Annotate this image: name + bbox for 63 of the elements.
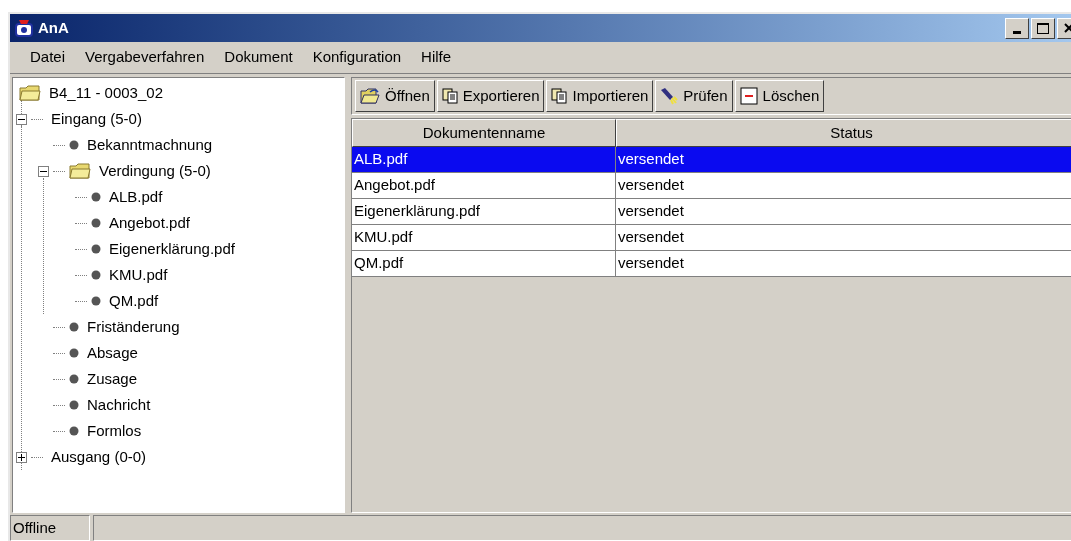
table-row[interactable]: Eigenerklärung.pdf versendet [352,199,1071,225]
menu-item[interactable]: Vergabeverfahren [85,46,205,69]
tree-item[interactable]: ALB.pdf [105,185,163,209]
toolbar-button[interactable]: Löschen [734,80,825,112]
column-header[interactable]: Dokumentenname [352,119,616,147]
folder-icon [19,85,41,101]
bullet-icon [69,400,79,410]
bullet-icon [91,192,101,202]
bullet-icon [69,140,79,150]
table-row[interactable]: Angebot.pdf versendet [352,173,1071,199]
folder-icon [69,163,91,179]
folder-icon [360,88,380,104]
delete-icon [739,87,758,105]
bullet-icon [91,270,101,280]
tree-item[interactable]: Eingang (5-0) [47,107,142,131]
tree-item[interactable]: Formlos [83,419,142,443]
collapse-icon[interactable] [38,165,49,177]
tree-item[interactable]: Zusage [83,367,138,391]
toolbar-button[interactable]: Prüfen [655,80,733,112]
status-text: Offline [13,517,57,538]
tree-item[interactable]: Ausgang (0-0) [47,445,147,469]
tree-item[interactable]: Bekanntmachnung [83,133,213,157]
table-cell: QM.pdf [352,251,616,277]
menu-item[interactable]: Datei [30,46,66,69]
app-icon [14,18,34,38]
maximize-icon [1037,22,1049,34]
menu-item[interactable]: Konfiguration [312,46,402,69]
tree-item[interactable]: QM.pdf [105,289,159,313]
tree-item[interactable]: Absage [83,341,138,365]
tree-item[interactable]: B4_11 - 0003_02 [45,81,163,105]
menu-item[interactable]: Hilfe [421,46,452,69]
bullet-icon [91,218,101,228]
bullet-icon [91,244,101,254]
tree-item[interactable]: KMU.pdf [105,263,168,287]
toolbar-button[interactable]: Öffnen [355,80,435,112]
collapse-icon[interactable] [16,113,27,125]
tree-item[interactable]: Nachricht [83,393,151,417]
bullet-icon [91,296,101,306]
close-icon [1064,23,1071,33]
table-row[interactable]: KMU.pdf versendet [352,225,1071,251]
documents-icon [441,88,458,104]
tree-item[interactable]: Angebot.pdf [105,211,190,235]
toolbar-button[interactable]: Exportieren [436,80,545,112]
window-title: AnA [38,17,69,38]
table-row[interactable]: ALB.pdf versendet [352,147,1071,173]
bullet-icon [69,322,79,332]
menu-item[interactable]: Dokument [224,46,293,69]
documents-icon [551,88,568,104]
minimize-icon [1013,30,1021,34]
tree-item[interactable]: Verdingung (5-0) [95,159,211,183]
table-row[interactable]: QM.pdf versendet [352,251,1071,277]
bullet-icon [69,374,79,384]
column-header[interactable]: Status [616,119,1071,147]
table-cell: versendet [616,251,1071,277]
bullet-icon [69,348,79,358]
bullet-icon [69,426,79,436]
tree-item[interactable]: Eigenerklärung.pdf [105,237,235,261]
minimize-button[interactable] [1005,17,1029,39]
flashlight-icon [660,87,679,105]
expand-icon[interactable] [16,451,27,463]
toolbar-button[interactable]: Importieren [546,80,654,112]
maximize-button[interactable] [1031,17,1055,39]
tree-item[interactable]: Friständerung [83,315,180,339]
